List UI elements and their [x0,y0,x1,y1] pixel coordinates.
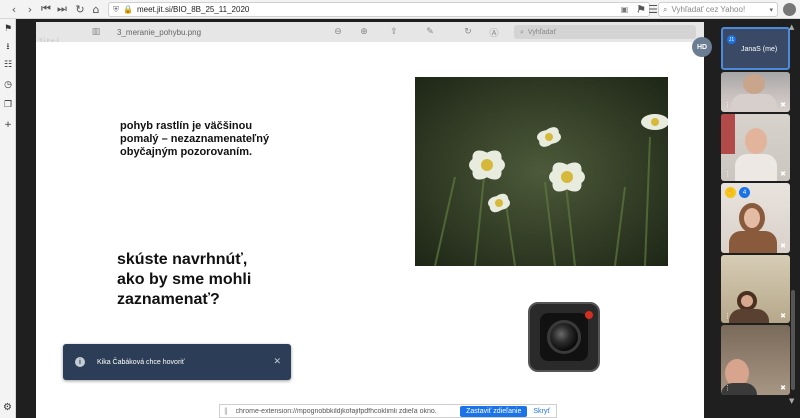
settings-gear-icon[interactable]: ⚙ [3,402,12,413]
slide-question: skúste navrhnúť, ako by sme mohli zaznam… [117,251,252,308]
markup-icon[interactable]: ✎ [424,26,436,38]
participant-tile[interactable]: ⋮ ✖ [721,114,790,181]
participant-tile[interactable]: ⋮ ✖ [721,72,790,112]
mic-muted-icon: ✖ [780,170,786,178]
preview-search[interactable]: ⌕ Vyhľadať [514,25,696,39]
action-camera-image [528,302,600,372]
shield-icon: ⛨ [113,4,119,14]
more-icon[interactable]: ⋮ [724,101,731,109]
more-icon[interactable]: ⋮ [724,312,731,320]
info-icon: i [75,357,85,367]
back-icon[interactable]: ‹ [6,1,22,17]
mic-muted-icon: ✖ [780,384,786,392]
participant-tile[interactable]: ✋ 4 ✖ [721,183,790,253]
chevron-down-icon[interactable]: ▾ [769,6,773,14]
home-icon[interactable]: ⌂ [88,1,104,17]
mic-muted-icon: ✖ [780,242,786,250]
zoom-out-icon[interactable]: ⊖ [332,26,344,38]
lock-icon: 🔒 [123,5,133,14]
raised-hand-icon: ✋ [725,187,736,198]
raise-hand-notification: i Kika Čabáková chce hovoriť ✕ [63,344,291,380]
drag-handle-icon[interactable]: ‖ [224,407,228,415]
last-icon[interactable]: ⏭ [54,1,70,17]
scroll-down-icon[interactable]: ▼ [789,397,794,405]
preview-filename: 3_meranie_pohybu.png [117,28,202,37]
bookmarks-icon[interactable]: ⚑ [2,23,14,35]
share-icon[interactable]: ⇪ [388,26,400,38]
slide-paragraph: pohyb rastlín je väčšinou pomalý – nezaz… [120,120,270,158]
rotate-icon[interactable]: ↻ [462,26,474,38]
search-icon: ⌕ [663,4,668,14]
annotate-icon[interactable]: Ⓐ [488,26,500,39]
notification-message: Kika Čabáková chce hovoriť [97,358,185,366]
address-bar[interactable]: ⛨ 🔒 meet.jit.si/BIO_8B_25_11_2020 ▣ ↗ [108,2,650,17]
scroll-up-icon[interactable]: ▲ [789,23,794,31]
hide-button[interactable]: Skryť [533,408,550,415]
reload-icon[interactable]: ↻ [72,1,88,17]
url-text[interactable]: meet.jit.si/BIO_8B_25_11_2020 [137,5,621,14]
tabs-icon[interactable]: ❐ [2,99,14,111]
daisy-photo [415,77,668,266]
preview-search-placeholder: Vyhľadať [527,28,557,36]
add-panel-icon[interactable]: + [2,119,14,131]
downloads-icon[interactable]: ⭳ [2,41,14,53]
share-bar-text: chrome-extension://mpognobbkildjkofajifp… [235,407,437,415]
history-icon[interactable]: ◷ [2,79,14,91]
participant-tile[interactable]: ⋮ ✖ [721,325,790,395]
profile-icon[interactable] [783,3,796,16]
participant-tile-me[interactable]: J1 JanaS (me) [721,27,790,70]
sidebar-toggle-icon[interactable]: ▥ [90,26,102,38]
more-icon[interactable]: ⋮ [724,384,731,392]
mic-muted-icon: ✖ [780,101,786,109]
more-icon[interactable]: ⋮ [724,170,731,178]
avatar[interactable]: HD [692,37,712,57]
forward-icon[interactable]: › [22,1,38,17]
search-icon: ⌕ [520,27,524,36]
participant-name: JanaS (me) [741,46,778,53]
stop-sharing-button[interactable]: Zastaviť zdieľanie [460,405,528,417]
first-icon[interactable]: ⏮ [38,1,54,17]
search-bar[interactable]: ⌕ Vyhľadať cez Yahoo! ▾ [658,2,778,17]
participant-badge: 4 [739,187,750,198]
filmstrip-scrollbar[interactable] [791,290,795,390]
camera-icon[interactable]: ▣ [621,5,629,14]
browser-sidebar: ⚑ ⭳ ☷ ◷ ❐ + [0,19,16,418]
screen-share-bar: ‖ chrome-extension://mpognobbkildjkofaji… [219,404,557,418]
notes-icon[interactable]: ☷ [2,59,14,71]
close-icon[interactable]: ✕ [273,357,281,367]
browser-toolbar: ‹ › ⏮ ⏭ ↻ ⌂ ⛨ 🔒 meet.jit.si/BIO_8B_25_11… [0,0,800,19]
mic-muted-icon: ✖ [780,312,786,320]
participant-tile[interactable]: ⋮ ✖ [721,255,790,323]
participant-badge: J1 [727,35,736,44]
search-placeholder: Vyhľadať cez Yahoo! [671,5,746,14]
zoom-in-icon[interactable]: ⊕ [358,26,370,38]
